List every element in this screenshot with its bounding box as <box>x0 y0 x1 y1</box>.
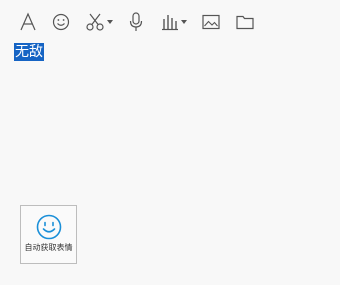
font-icon <box>20 12 36 31</box>
auto-emoji-button[interactable]: 自动获取表情 <box>20 205 77 264</box>
selected-text[interactable]: 无敌 <box>14 43 44 61</box>
scissors-icon <box>86 13 104 31</box>
chevron-down-icon[interactable] <box>181 20 187 24</box>
screenshot-button[interactable] <box>84 10 114 34</box>
voice-button[interactable] <box>126 10 146 34</box>
message-editor[interactable]: 无敌 <box>0 40 340 200</box>
font-button[interactable] <box>18 10 38 34</box>
folder-icon <box>236 15 254 30</box>
auto-emoji-label: 自动获取表情 <box>24 243 73 252</box>
image-icon <box>202 14 220 30</box>
smiley-icon <box>52 13 70 31</box>
audio-bars-icon <box>162 15 178 31</box>
chevron-down-icon[interactable] <box>107 20 113 24</box>
smiley-icon <box>36 214 62 240</box>
emoji-button[interactable] <box>51 10 71 34</box>
file-button[interactable] <box>235 10 255 34</box>
image-button[interactable] <box>201 10 221 34</box>
toolbar <box>0 0 340 42</box>
microphone-icon <box>129 12 143 31</box>
music-button[interactable] <box>159 10 189 34</box>
